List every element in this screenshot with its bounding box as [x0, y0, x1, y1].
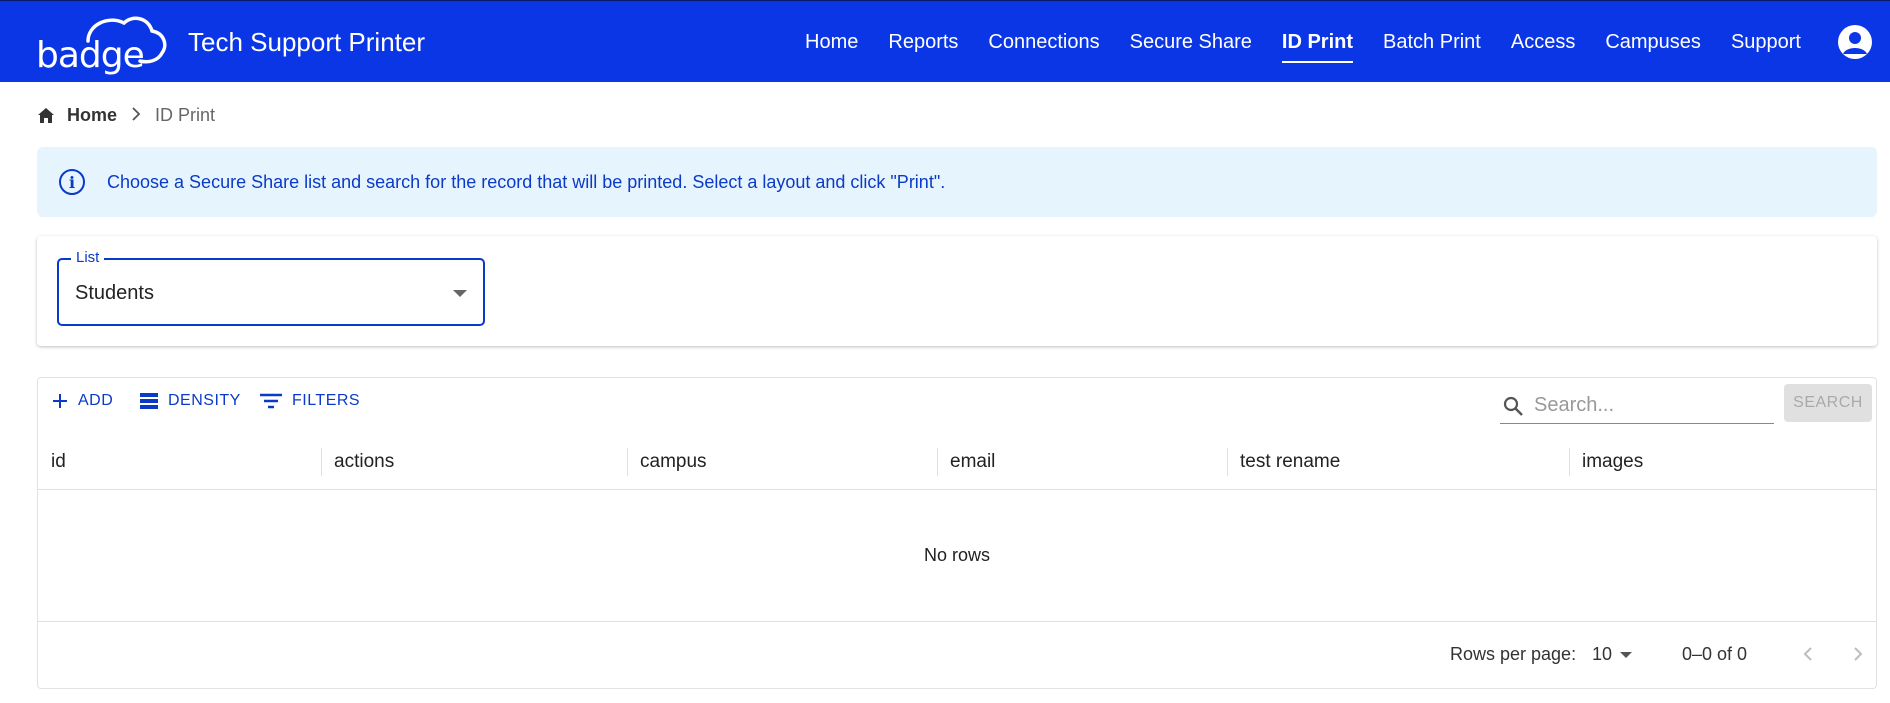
nav-campuses[interactable]: Campuses [1590, 1, 1716, 83]
info-alert: i Choose a Secure Share list and search … [37, 147, 1877, 217]
nav-reports[interactable]: Reports [873, 1, 973, 83]
rows-per-page-select[interactable]: 10 [1592, 644, 1633, 665]
chevron-left-icon [1803, 647, 1812, 661]
list-select[interactable]: List Students [57, 249, 485, 326]
column-header-id[interactable]: id [51, 434, 66, 490]
add-button-label: ADD [78, 392, 114, 409]
add-button[interactable]: ADD [52, 392, 113, 410]
alert-text: Choose a Secure Share list and search fo… [107, 171, 946, 192]
density-button-label: DENSITY [168, 392, 241, 409]
filters-button-label: FILTERS [292, 392, 361, 409]
caret-down-icon [453, 290, 467, 297]
column-header-images[interactable]: images [1582, 434, 1643, 490]
data-grid: ADD DENSITY FILTERS SEARCH id [37, 377, 1877, 689]
rows-per-page-value: 10 [1592, 644, 1613, 664]
nav-batch-print[interactable]: Batch Print [1368, 1, 1496, 83]
grid-header-row: id actions campus email test rename imag… [38, 434, 1876, 490]
list-select-value: Students [75, 282, 154, 304]
nav-home[interactable]: Home [790, 1, 873, 83]
breadcrumb-current: ID Print [155, 105, 216, 125]
nav-secure-share[interactable]: Secure Share [1115, 1, 1267, 83]
column-separator[interactable] [1227, 448, 1228, 476]
list-select-label: List [71, 249, 105, 266]
rows-per-page-label: Rows per page: [1450, 644, 1577, 664]
column-separator[interactable] [321, 448, 322, 476]
account-circle-icon[interactable] [1838, 25, 1872, 59]
app-title: Tech Support Printer [188, 27, 426, 57]
density-button[interactable]: DENSITY [140, 392, 241, 410]
search-input[interactable] [1534, 394, 1764, 417]
chevron-right-icon [1854, 647, 1863, 661]
filters-button[interactable]: FILTERS [260, 392, 360, 410]
badge-logo[interactable]: badge [36, 11, 170, 76]
nav-connections[interactable]: Connections [973, 1, 1114, 83]
column-separator[interactable] [627, 448, 628, 476]
main-nav: Home Reports Connections Secure Share ID… [790, 1, 1816, 83]
list-select-card: List Students [37, 236, 1877, 346]
info-icon: i [59, 169, 85, 195]
grid-toolbar: ADD DENSITY FILTERS SEARCH [38, 378, 1876, 428]
column-separator[interactable] [937, 448, 938, 476]
logo-text: badge [36, 35, 145, 76]
column-header-campus[interactable]: campus [640, 434, 707, 490]
column-separator[interactable] [1569, 448, 1570, 476]
breadcrumb-home[interactable]: Home [37, 105, 117, 126]
empty-state: No rows [923, 544, 990, 565]
previous-page-button[interactable] [1794, 640, 1822, 668]
column-header-email[interactable]: email [950, 434, 995, 490]
nav-id-print[interactable]: ID Print [1267, 1, 1368, 83]
column-header-actions[interactable]: actions [334, 434, 394, 490]
chevron-right-icon [131, 105, 141, 126]
nav-support[interactable]: Support [1716, 1, 1816, 83]
search-field[interactable] [1500, 388, 1774, 424]
next-page-button[interactable] [1844, 640, 1872, 668]
column-header-test-rename[interactable]: test rename [1240, 434, 1340, 490]
search-icon [1503, 396, 1523, 416]
top-app-bar: badge Tech Support Printer Home Reports … [0, 0, 1890, 82]
breadcrumb-home-label: Home [67, 105, 118, 125]
filter-icon [260, 393, 282, 409]
grid-pagination: Rows per page: 10 0–0 of 0 [38, 621, 1876, 689]
pagination-range: 0–0 of 0 [1682, 644, 1748, 664]
home-icon [38, 108, 54, 123]
nav-access[interactable]: Access [1496, 1, 1590, 83]
search-button[interactable]: SEARCH [1784, 384, 1872, 422]
breadcrumb: Home ID Print [37, 105, 215, 126]
plus-icon [53, 394, 67, 408]
density-icon [140, 393, 158, 409]
caret-down-icon [1620, 651, 1633, 658]
